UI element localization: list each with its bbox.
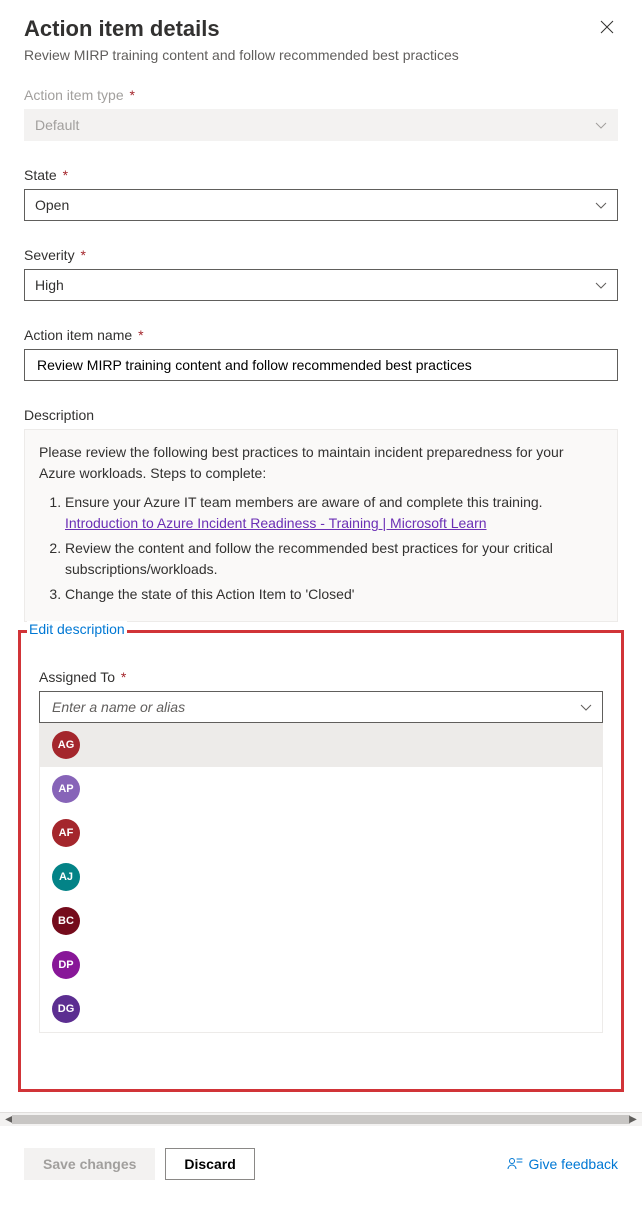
chevron-down-icon — [595, 277, 607, 293]
horizontal-scrollbar[interactable]: ◀ ▶ — [0, 1112, 642, 1126]
avatar: AG — [52, 731, 80, 759]
description-step: Change the state of this Action Item to … — [65, 584, 603, 605]
state-label: State * — [24, 167, 618, 183]
description-label: Description — [24, 407, 618, 423]
discard-button[interactable]: Discard — [165, 1148, 254, 1180]
assigned-to-highlight: Edit description Assigned To * AGAPAFAJB… — [18, 630, 624, 1092]
avatar: BC — [52, 907, 80, 935]
people-option[interactable]: DG — [40, 987, 602, 1031]
people-option[interactable]: BC — [40, 899, 602, 943]
close-button[interactable] — [596, 16, 618, 43]
close-icon — [600, 20, 614, 34]
assigned-input[interactable] — [50, 698, 570, 716]
chevron-down-icon — [595, 197, 607, 213]
description-step: Review the content and follow the recomm… — [65, 538, 603, 580]
assigned-label: Assigned To * — [39, 669, 603, 685]
state-dropdown[interactable]: Open — [24, 189, 618, 221]
avatar: AP — [52, 775, 80, 803]
name-input-wrap[interactable] — [24, 349, 618, 381]
description-step: Ensure your Azure IT team members are aw… — [65, 492, 603, 534]
people-option[interactable]: AF — [40, 811, 602, 855]
edit-description-link[interactable]: Edit description — [27, 621, 127, 637]
chevron-down-icon — [580, 699, 592, 715]
people-option[interactable]: DP — [40, 943, 602, 987]
avatar: DG — [52, 995, 80, 1023]
people-option[interactable]: AG — [40, 723, 602, 767]
assigned-combobox[interactable] — [39, 691, 603, 723]
people-option[interactable]: AP — [40, 767, 602, 811]
name-label: Action item name * — [24, 327, 618, 343]
people-option[interactable]: AJ — [40, 855, 602, 899]
severity-label: Severity * — [24, 247, 618, 263]
description-intro: Please review the following best practic… — [39, 442, 603, 484]
avatar: AJ — [52, 863, 80, 891]
page-title: Action item details — [24, 16, 220, 42]
save-button[interactable]: Save changes — [24, 1148, 155, 1180]
training-link[interactable]: Introduction to Azure Incident Readiness… — [65, 515, 487, 531]
name-input[interactable] — [35, 356, 585, 374]
type-label: Action item type * — [24, 87, 618, 103]
type-value: Default — [35, 117, 79, 133]
severity-dropdown[interactable]: High — [24, 269, 618, 301]
severity-value: High — [35, 277, 64, 293]
people-option[interactable] — [40, 1031, 602, 1033]
page-subtitle: Review MIRP training content and follow … — [24, 47, 618, 63]
scrollbar-thumb[interactable] — [12, 1115, 630, 1124]
feedback-link[interactable]: Give feedback — [507, 1156, 619, 1172]
avatar: AF — [52, 819, 80, 847]
scroll-right-arrow[interactable]: ▶ — [624, 1113, 642, 1126]
chevron-down-icon — [595, 117, 607, 133]
type-dropdown: Default — [24, 109, 618, 141]
avatar: DP — [52, 951, 80, 979]
feedback-icon — [507, 1156, 523, 1172]
description-box: Please review the following best practic… — [24, 429, 618, 622]
state-value: Open — [35, 197, 69, 213]
people-dropdown-list[interactable]: AG AP AF AJ BC DP DG — [39, 723, 603, 1033]
